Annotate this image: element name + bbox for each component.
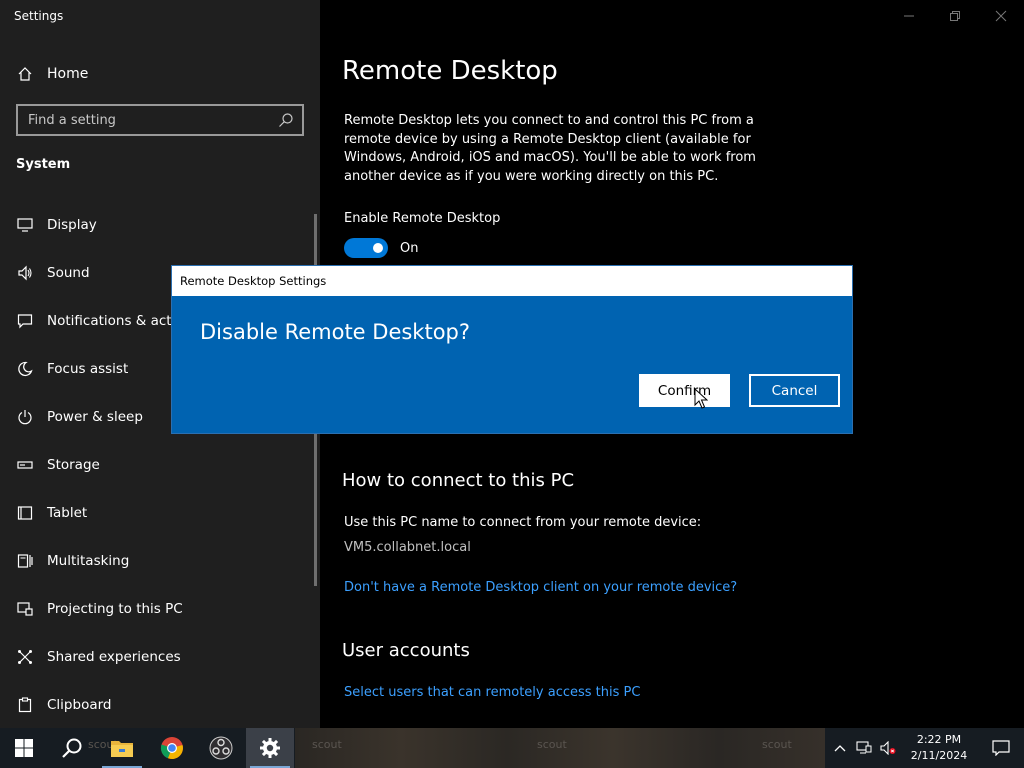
shared-icon <box>16 648 34 666</box>
start-button[interactable] <box>0 728 48 768</box>
enable-remote-desktop-label: Enable Remote Desktop <box>344 211 501 226</box>
user-accounts-heading: User accounts <box>342 640 470 661</box>
toggle-state-text: On <box>400 240 419 256</box>
how-to-connect-text: Use this PC name to connect from your re… <box>344 515 702 530</box>
notifications-icon <box>16 312 34 330</box>
description-text: Remote Desktop lets you connect to and c… <box>344 113 756 184</box>
dialog-heading: Disable Remote Desktop? <box>200 320 471 344</box>
sidebar-item-label: Focus assist <box>47 361 129 377</box>
taskbar-search-button[interactable] <box>48 728 96 768</box>
file-explorer-button[interactable] <box>98 728 146 768</box>
home-label: Home <box>47 66 89 82</box>
search-icon <box>62 738 82 758</box>
tablet-icon <box>16 504 34 522</box>
app-title: Settings <box>14 9 64 23</box>
sidebar-item-label: Projecting to this PC <box>47 601 183 617</box>
clock-time: 2:22 PM <box>916 733 962 746</box>
sidebar-item-multitasking[interactable]: Multitasking <box>0 537 320 585</box>
obs-button[interactable] <box>197 728 245 768</box>
sidebar-item-display[interactable]: Display <box>0 201 320 249</box>
folder-icon <box>111 741 133 757</box>
sidebar-item-storage[interactable]: Storage <box>0 441 320 489</box>
close-icon <box>995 10 1007 22</box>
gear-icon <box>260 738 280 758</box>
taskbar-ghost-label: scout <box>537 738 567 751</box>
show-hidden-icons-button[interactable] <box>828 728 852 768</box>
chrome-button[interactable] <box>148 728 196 768</box>
multitasking-icon <box>16 552 34 570</box>
notification-icon <box>992 740 1010 756</box>
sidebar-item-label: Shared experiences <box>47 649 181 665</box>
search-icon[interactable] <box>278 112 294 128</box>
restore-icon <box>950 11 960 21</box>
obs-icon <box>209 736 233 760</box>
sidebar-item-projecting[interactable]: Projecting to this PC <box>0 585 320 633</box>
sidebar-item-label: Power & sleep <box>47 409 143 425</box>
taskbar-ghost-label: scout <box>312 738 342 751</box>
sound-icon <box>16 264 34 282</box>
sidebar-item-label: Tablet <box>47 505 88 521</box>
restore-button[interactable] <box>932 0 978 32</box>
taskbar: scout scout scout scout 2:22 PM 2/11/202… <box>0 728 1024 768</box>
cancel-button[interactable]: Cancel <box>749 374 840 407</box>
home-icon <box>16 65 34 83</box>
clipboard-icon <box>16 696 34 714</box>
chevron-up-icon <box>834 745 846 752</box>
enable-remote-desktop-toggle[interactable] <box>344 238 388 258</box>
select-users-link[interactable]: Select users that can remotely access th… <box>344 685 640 700</box>
enable-toggle-row: On <box>344 238 418 258</box>
display-icon <box>16 216 34 234</box>
sidebar-item-label: Storage <box>47 457 100 473</box>
window-controls <box>886 0 1024 32</box>
storage-icon <box>16 456 34 474</box>
home-nav-item[interactable]: Home <box>16 64 88 84</box>
search-input[interactable] <box>28 112 278 128</box>
sidebar-item-label: Sound <box>47 265 90 281</box>
page-title: Remote Desktop <box>342 56 558 86</box>
section-title: System <box>16 157 71 172</box>
moon-icon <box>16 360 34 378</box>
taskbar-ghost-label: scout <box>762 738 792 751</box>
toggle-knob <box>373 243 383 253</box>
how-to-connect-heading: How to connect to this PC <box>342 470 575 491</box>
sidebar-item-label: Clipboard <box>47 697 112 713</box>
minimize-button[interactable] <box>886 0 932 32</box>
sidebar-item-clipboard[interactable]: Clipboard <box>0 681 320 729</box>
system-tray: 2:22 PM 2/11/2024 <box>828 728 1024 768</box>
sidebar-item-label: Display <box>47 217 97 233</box>
sidebar-item-label: Multitasking <box>47 553 130 569</box>
get-client-link[interactable]: Don't have a Remote Desktop client on yo… <box>344 580 737 595</box>
volume-muted-icon <box>880 741 896 755</box>
search-box[interactable] <box>16 104 304 136</box>
minimize-icon <box>904 15 914 17</box>
windows-logo-icon <box>15 739 33 757</box>
sidebar-item-shared-experiences[interactable]: Shared experiences <box>0 633 320 681</box>
taskbar-clock[interactable]: 2:22 PM 2/11/2024 <box>904 732 974 764</box>
network-icon <box>856 741 872 754</box>
pc-name: VM5.collabnet.local <box>344 540 471 555</box>
sidebar-item-tablet[interactable]: Tablet <box>0 489 320 537</box>
volume-tray-button[interactable] <box>876 728 900 768</box>
close-button[interactable] <box>978 0 1024 32</box>
mouse-cursor-icon <box>694 388 708 409</box>
power-icon <box>16 408 34 426</box>
remote-desktop-dialog: Remote Desktop Settings Disable Remote D… <box>172 266 852 433</box>
clock-date: 2/11/2024 <box>910 749 968 762</box>
projecting-icon <box>16 600 34 618</box>
dialog-titlebar: Remote Desktop Settings <box>172 266 852 296</box>
chrome-icon <box>160 737 183 760</box>
action-center-button[interactable] <box>978 728 1024 768</box>
network-tray-button[interactable] <box>852 728 876 768</box>
settings-taskbar-button[interactable] <box>246 728 294 768</box>
confirm-button[interactable]: Confirm <box>639 374 730 407</box>
